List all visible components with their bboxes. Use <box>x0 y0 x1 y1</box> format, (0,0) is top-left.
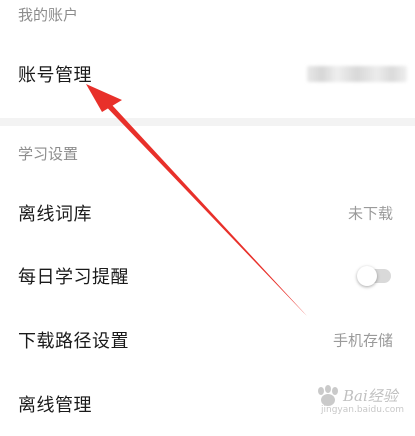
daily-reminder-label: 每日学习提醒 <box>18 267 129 288</box>
offline-dictionary-row[interactable]: 离线词库 未下载 <box>0 181 415 245</box>
section-header-account: 我的账户 <box>18 6 79 24</box>
section-header-study: 学习设置 <box>18 145 79 163</box>
daily-reminder-toggle[interactable] <box>357 266 391 286</box>
download-path-value: 手机存储 <box>332 331 393 350</box>
download-path-label: 下载路径设置 <box>18 331 129 352</box>
section-divider <box>0 118 415 126</box>
offline-management-label: 离线管理 <box>18 395 92 416</box>
account-management-label: 账号管理 <box>18 65 92 86</box>
account-value-redacted <box>307 66 407 82</box>
offline-dictionary-status: 未下载 <box>347 204 393 223</box>
watermark: Bai经验 jingyan.baidu.com <box>315 385 411 419</box>
watermark-text: Bai经验 <box>343 387 398 405</box>
toggle-knob <box>357 266 377 286</box>
account-management-row[interactable]: 账号管理 <box>0 42 415 106</box>
daily-reminder-row: 每日学习提醒 <box>0 244 415 308</box>
paw-icon <box>318 385 338 406</box>
watermark-url: jingyan.baidu.com <box>321 405 405 415</box>
download-path-row[interactable]: 下载路径设置 手机存储 <box>0 308 415 372</box>
offline-dictionary-label: 离线词库 <box>18 204 92 225</box>
